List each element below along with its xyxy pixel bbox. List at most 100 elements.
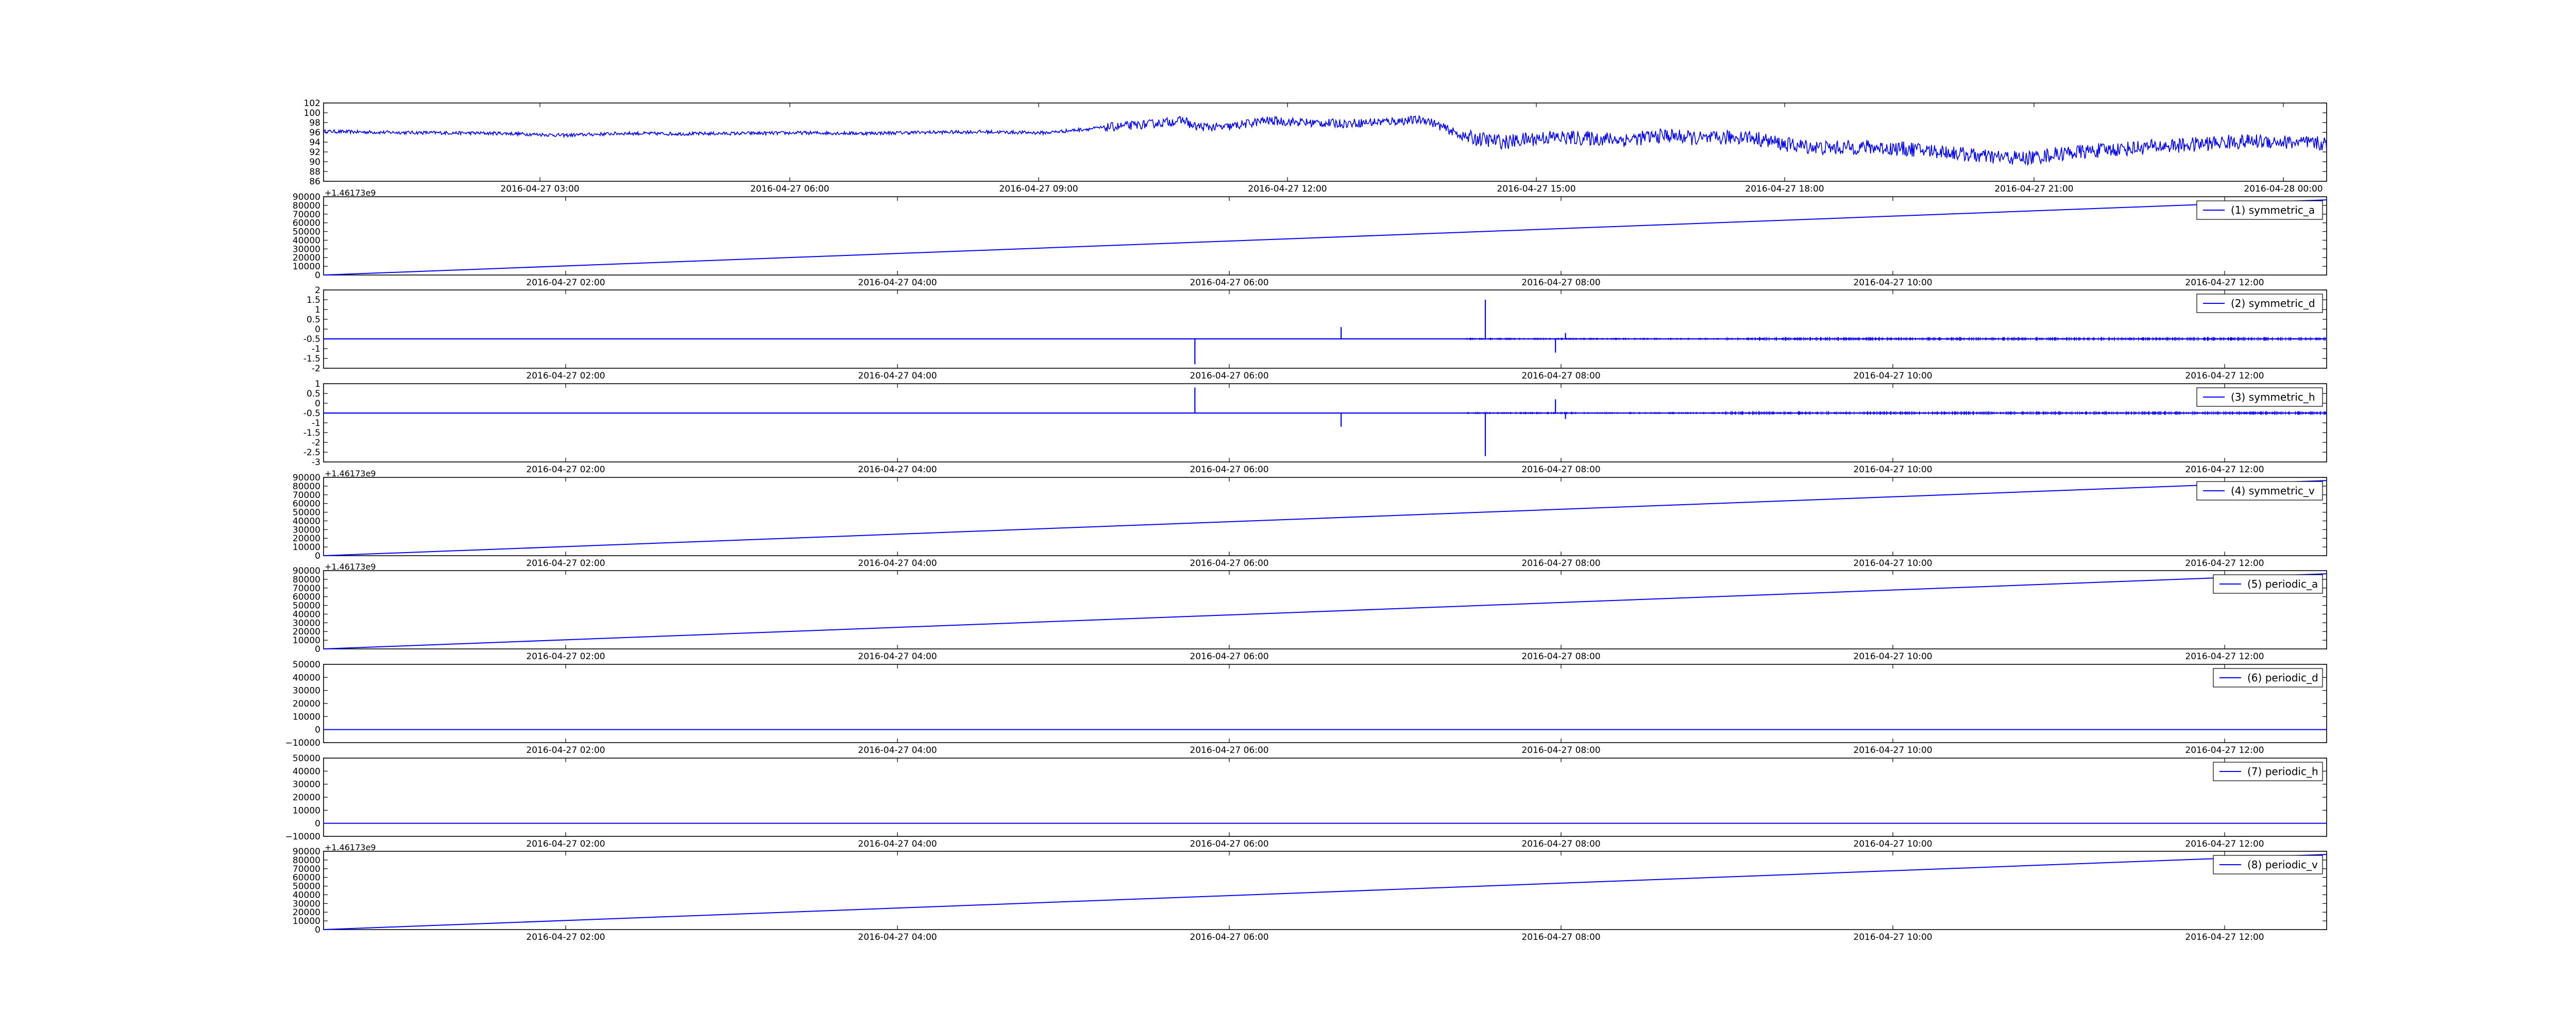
legend-label: (5) periodic_a: [2247, 578, 2318, 590]
x-tick-label: 2016-04-27 06:00: [1190, 651, 1268, 662]
axes-frame-7: [323, 758, 2327, 837]
x-tick-label: 2016-04-27 08:00: [1521, 745, 1600, 756]
x-tick-label: 2016-04-27 12:00: [2185, 278, 2264, 288]
x-tick-label: 2016-04-27 06:00: [1190, 839, 1268, 849]
x-tick-label: 2016-04-27 12:00: [2185, 932, 2264, 942]
x-tick-label: 2016-04-27 06:00: [1190, 465, 1268, 475]
x-tick-label: 2016-04-27 10:00: [1853, 558, 1932, 569]
x-tick-label: 2016-04-27 02:00: [526, 745, 605, 756]
y-tick-label: 0.5: [307, 315, 320, 325]
x-tick-label: 2016-04-27 10:00: [1853, 465, 1932, 475]
x-tick-label: 2016-04-27 08:00: [1521, 839, 1600, 849]
y-tick-label: 50000: [293, 753, 320, 764]
legend-label: (2) symmetric_d: [2231, 297, 2315, 310]
axes-frame-6: [323, 664, 2327, 743]
x-tick-label: 2016-04-27 06:00: [750, 184, 829, 194]
y-tick-label: -0.5: [303, 408, 320, 419]
x-tick-label: 2016-04-27 04:00: [858, 558, 937, 569]
y-tick-label: 90000: [293, 566, 320, 576]
y-tick-label: 1: [315, 305, 320, 315]
axes-frame-3: [323, 383, 2327, 462]
legend-label: (6) periodic_d: [2247, 672, 2318, 684]
x-tick-label: 2016-04-27 08:00: [1521, 558, 1600, 569]
axes-frame-2: [323, 289, 2327, 369]
x-tick-label: 2016-04-27 10:00: [1853, 839, 1932, 849]
x-tick-label: 2016-04-27 06:00: [1190, 932, 1268, 942]
x-tick-label: 2016-04-27 02:00: [526, 558, 605, 569]
y-tick-label: 88: [309, 167, 320, 177]
y-tick-label: 20000: [293, 793, 320, 803]
x-tick-label: 2016-04-28 00:00: [2244, 184, 2323, 194]
x-tick-label: 2016-04-27 21:00: [1994, 184, 2073, 194]
legend-label: (3) symmetric_h: [2231, 391, 2315, 403]
y-tick-label: -1: [312, 344, 320, 354]
y-tick-label: 100: [304, 108, 320, 118]
x-tick-label: 2016-04-27 02:00: [526, 278, 605, 288]
offset-text: +1.46173e9: [325, 843, 376, 852]
y-tick-label: 0: [315, 399, 320, 409]
legend-label: (4) symmetric_v: [2231, 485, 2315, 497]
y-tick-label: 0.5: [307, 389, 320, 399]
x-tick-label: 2016-04-27 10:00: [1853, 278, 1932, 288]
x-tick-label: 2016-04-27 12:00: [2185, 839, 2264, 849]
axes-frame-0: [323, 102, 2327, 182]
y-tick-label: 1: [315, 379, 320, 389]
x-tick-label: 2016-04-27 12:00: [1248, 184, 1327, 194]
x-tick-label: 2016-04-27 02:00: [526, 651, 605, 662]
x-tick-label: 2016-04-27 18:00: [1745, 184, 1824, 194]
y-tick-label: -2: [312, 438, 320, 448]
y-tick-label: 40000: [293, 766, 320, 777]
x-tick-label: 2016-04-27 03:00: [500, 184, 579, 194]
offset-text: +1.46173e9: [325, 469, 376, 478]
x-tick-label: 2016-04-27 10:00: [1853, 651, 1932, 662]
x-tick-label: 2016-04-27 04:00: [858, 278, 937, 288]
x-tick-label: 2016-04-27 04:00: [858, 371, 937, 381]
y-tick-label: -2: [312, 364, 320, 374]
x-tick-label: 2016-04-27 12:00: [2185, 465, 2264, 475]
x-tick-label: 2016-04-27 10:00: [1853, 371, 1932, 381]
y-tick-label: 92: [309, 147, 320, 158]
x-tick-label: 2016-04-27 12:00: [2185, 745, 2264, 756]
x-tick-label: 2016-04-27 04:00: [858, 465, 937, 475]
y-tick-label: 94: [309, 138, 320, 148]
x-tick-label: 2016-04-27 15:00: [1497, 184, 1575, 194]
y-tick-label: -1.5: [303, 428, 320, 438]
x-tick-label: 2016-04-27 04:00: [858, 745, 937, 756]
y-tick-label: 30000: [293, 780, 320, 790]
legend-label: (1) symmetric_a: [2231, 204, 2315, 216]
x-tick-label: 2016-04-27 06:00: [1190, 558, 1268, 569]
series-line: [323, 480, 2327, 556]
legend-label: (7) periodic_h: [2247, 765, 2318, 778]
x-tick-label: 2016-04-27 08:00: [1521, 651, 1600, 662]
y-tick-label: 86: [309, 177, 320, 187]
y-tick-label: -1.5: [303, 354, 320, 364]
x-tick-label: 2016-04-27 02:00: [526, 371, 605, 381]
y-tick-label: 96: [309, 128, 320, 138]
y-tick-label: 50000: [293, 660, 320, 670]
x-tick-label: 2016-04-27 04:00: [858, 651, 937, 662]
y-tick-label: 98: [309, 118, 320, 128]
y-tick-label: 90000: [293, 473, 320, 483]
x-tick-label: 2016-04-27 10:00: [1853, 932, 1932, 942]
offset-text: +1.46173e9: [325, 188, 376, 198]
y-tick-label: 10000: [293, 712, 320, 722]
y-tick-label: -0.5: [303, 334, 320, 345]
x-tick-label: 2016-04-27 06:00: [1190, 745, 1268, 756]
y-tick-label: 90: [309, 157, 320, 167]
x-tick-label: 2016-04-27 08:00: [1521, 371, 1600, 381]
legend-label: (8) periodic_v: [2247, 859, 2318, 871]
series-line: [323, 854, 2327, 930]
x-tick-label: 2016-04-27 04:00: [858, 839, 937, 849]
x-tick-label: 2016-04-27 02:00: [526, 932, 605, 942]
x-tick-label: 2016-04-27 10:00: [1853, 745, 1932, 756]
y-tick-label: 102: [304, 98, 320, 109]
y-tick-label: 30000: [293, 686, 320, 696]
series-line: [323, 573, 2327, 649]
y-tick-label: 90000: [293, 847, 320, 857]
y-tick-label: 2: [315, 285, 320, 296]
y-tick-label: 0: [315, 324, 320, 335]
y-tick-label: -3: [312, 457, 320, 468]
y-tick-label: -1: [312, 418, 320, 428]
x-tick-label: 2016-04-27 08:00: [1521, 465, 1600, 475]
y-tick-label: −10000: [285, 832, 320, 842]
